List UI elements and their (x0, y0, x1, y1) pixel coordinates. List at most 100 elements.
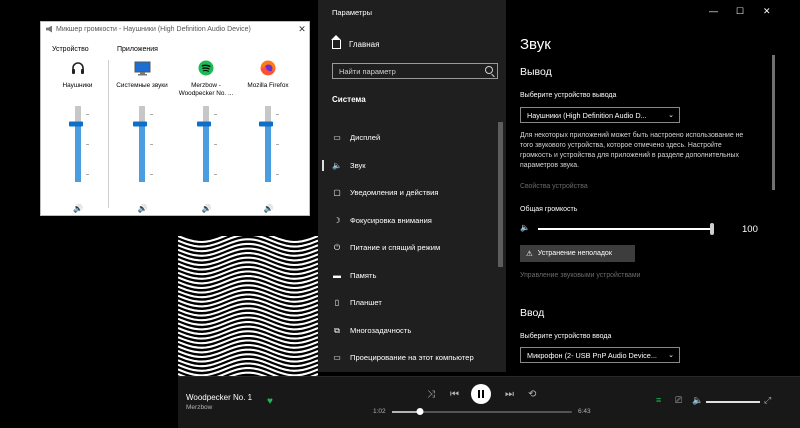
heart-icon[interactable]: ♥ (267, 396, 273, 407)
mute-toggle-icon[interactable]: 🔊 (202, 205, 212, 213)
input-device-value: Микрофон (2- USB PnP Audio Device... (527, 351, 657, 360)
nav-item-label: Проецирование на этот компьютер (350, 353, 474, 363)
repeat-icon[interactable]: ⟲ (528, 389, 536, 400)
speaker-icon[interactable]: 🔈 (520, 223, 530, 232)
page-scrollbar[interactable] (772, 55, 775, 190)
power-icon: ⏻ (333, 243, 341, 253)
player-volume-fill (706, 401, 760, 403)
nav-item[interactable]: ▬ Память (318, 262, 498, 290)
slider-tick (85, 174, 89, 176)
devices-icon[interactable]: ⎚ (675, 395, 682, 406)
search-placeholder: Найти параметр (339, 67, 396, 76)
mute-toggle-icon[interactable]: 🔊 (73, 205, 83, 213)
master-volume-label: Общая громкость (520, 206, 578, 213)
channel-label: Системные звуки (116, 82, 168, 89)
troubleshoot-button[interactable]: ⚠ Устранение неполадок (520, 245, 635, 262)
notifications-icon: ▢ (333, 188, 341, 198)
playback-progress-bar[interactable] (392, 408, 572, 415)
track-title[interactable]: Woodpecker No. 1 (186, 393, 252, 402)
settings-window: Параметры Главная Найти параметр Система… (318, 0, 800, 372)
slider-tick (276, 113, 279, 115)
mute-toggle-icon[interactable]: 🔊 (138, 205, 148, 213)
shuffle-icon[interactable]: ⤨ (427, 389, 435, 400)
track-artist[interactable]: Merzbow (186, 404, 212, 411)
output-description: Для некоторых приложений может быть наст… (520, 132, 744, 169)
mixer-channel: Mozilla Firefox 🔊 (237, 60, 299, 213)
nav-item[interactable]: ▢ Уведомления и действия (318, 179, 498, 207)
nav-item[interactable]: ☽ Фокусировка внимания (318, 207, 498, 235)
slider-tick (85, 113, 89, 115)
progress-thumb[interactable] (416, 408, 424, 415)
volume-mixer-window: Микшер громкости - Наушники (High Defini… (40, 21, 310, 216)
channel-volume-slider[interactable] (133, 106, 153, 182)
channel-volume-fill (139, 124, 145, 182)
nav-item[interactable]: ⧉ Многозадачность (318, 317, 498, 345)
desktop: Микшер громкости - Наушники (High Defini… (0, 0, 800, 428)
device-properties-link[interactable]: Свойства устройства (520, 183, 588, 190)
spotify-icon (198, 60, 214, 76)
slider-tick (276, 144, 279, 145)
volume-icon[interactable]: 🔈 (692, 395, 703, 406)
nav-item[interactable]: ▯ Планшет (318, 289, 498, 317)
channel-volume-thumb[interactable] (197, 121, 211, 127)
nav-item-label: Питание и спящий режим (350, 243, 441, 253)
projecting-icon: ▭ (333, 353, 341, 363)
next-icon[interactable]: ⏭ (505, 389, 514, 400)
player-volume-slider[interactable] (706, 401, 760, 403)
nav-item-label: Планшет (350, 298, 382, 308)
maximize-button[interactable]: ☐ (736, 6, 744, 17)
mute-toggle-icon[interactable]: 🔊 (264, 205, 274, 213)
output-device-value: Наушники (High Definition Audio D... (527, 111, 647, 120)
master-volume-thumb[interactable] (710, 223, 714, 235)
headphones-icon (70, 60, 86, 76)
nav-item[interactable]: ▭ Дисплей (318, 124, 498, 152)
channel-volume-slider[interactable] (259, 106, 279, 182)
nav-item[interactable]: ⏻ Питание и спящий режим (318, 234, 498, 262)
channel-volume-thumb[interactable] (133, 121, 147, 127)
channel-volume-slider[interactable] (197, 106, 217, 182)
slider-tick (150, 174, 153, 176)
input-device-dropdown[interactable]: Микрофон (2- USB PnP Audio Device... ⌄ (520, 347, 680, 363)
pause-button[interactable] (471, 384, 491, 404)
slider-tick (150, 113, 153, 115)
sidebar-scrollbar[interactable] (498, 122, 503, 267)
search-icon (485, 66, 493, 74)
nav-home[interactable]: Главная (331, 35, 380, 49)
slider-tick (214, 144, 217, 145)
queue-icon[interactable]: ≡ (656, 395, 661, 405)
master-volume-value: 100 (742, 224, 758, 235)
settings-window-title: Параметры (332, 8, 372, 17)
channel-volume-slider[interactable] (68, 106, 89, 182)
channel-volume-thumb[interactable] (68, 121, 83, 127)
close-button[interactable]: ✕ (763, 6, 771, 17)
nav-item-label: Многозадачность (350, 325, 412, 335)
nav-item-label: Уведомления и действия (350, 188, 439, 198)
channel-volume-thumb[interactable] (259, 121, 273, 127)
input-header: Ввод (520, 307, 545, 319)
total-time: 6:43 (578, 408, 591, 415)
album-art (178, 236, 318, 376)
sound-page: — ☐ ✕ Звук Вывод Выберите устройство выв… (506, 0, 800, 372)
nav-item[interactable]: 🔈 Звук (318, 152, 498, 180)
mixer-close-button[interactable]: ✕ (295, 24, 309, 35)
fullscreen-icon[interactable]: ⤢ (764, 395, 771, 406)
firefox-icon (260, 60, 276, 76)
chevron-down-icon: ⌄ (668, 112, 674, 119)
device-header: Устройство (52, 46, 89, 53)
output-header: Вывод (520, 66, 552, 78)
slider-tick (85, 144, 89, 145)
speaker-icon: 🔈 (332, 160, 342, 170)
nav-home-label: Главная (349, 40, 380, 49)
nav-item[interactable]: ▭ Проецирование на этот компьютер (318, 344, 498, 372)
master-volume-slider[interactable] (538, 223, 714, 235)
storage-icon: ▬ (333, 270, 341, 280)
previous-icon[interactable]: ⏮ (450, 389, 459, 400)
minimize-button[interactable]: — (709, 6, 718, 16)
mixer-channel: Merzbow - Woodpecker No. ... 🔊 (175, 60, 237, 213)
settings-search-input[interactable]: Найти параметр (332, 63, 498, 79)
channel-label: Mozilla Firefox (247, 82, 289, 89)
manage-sound-devices-link[interactable]: Управление звуковыми устройствами (520, 272, 640, 279)
mixer-titlebar[interactable]: Микшер громкости - Наушники (High Defini… (41, 22, 309, 36)
slider-tick (214, 113, 217, 115)
output-device-dropdown[interactable]: Наушники (High Definition Audio D... ⌄ (520, 107, 680, 123)
